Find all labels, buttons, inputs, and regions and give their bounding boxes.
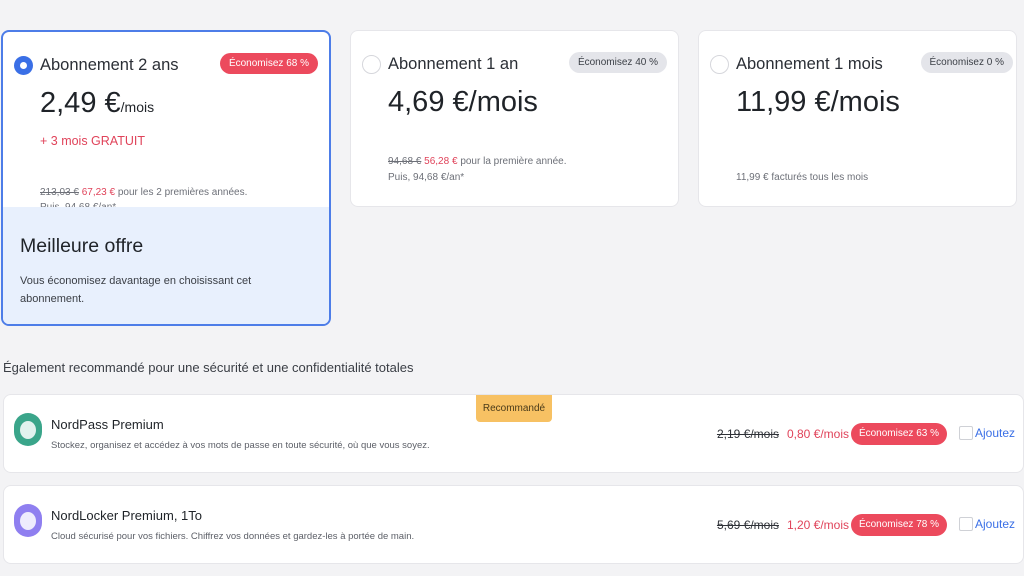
addon-discount-badge: Économisez 63 % [850, 423, 947, 445]
addon-new-price: 1,20 €/mois [786, 518, 849, 532]
plan-price: 4,69 €/mois [388, 86, 538, 119]
discount-badge: Économisez 68 % [219, 53, 318, 74]
discount-badge: Économisez 0 % [920, 52, 1013, 73]
addon-old-price: 2,19 €/mois [716, 427, 779, 441]
addon-description: Stockez, organisez et accédez à vos mots… [51, 440, 430, 451]
price-suffix: /mois [120, 99, 155, 115]
price-amount: 11,99 € [736, 86, 831, 118]
price-suffix: /mois [830, 86, 900, 118]
period-text: pour les 2 premières années. [117, 187, 248, 198]
addon-name: NordLocker Premium, 1To [51, 508, 202, 523]
billing-text: 11,99 € facturés tous les mois [736, 172, 869, 183]
plan-radio[interactable] [710, 55, 729, 74]
best-offer-text: Vous économisez davantage en choisissant… [20, 275, 252, 305]
best-offer-panel: Meilleure offre Vous économisez davantag… [3, 207, 329, 324]
old-total: 213,03 € [40, 187, 79, 198]
period-text: pour la première année. [460, 156, 567, 167]
renewal-text: Puis, 94,68 €/an* [388, 172, 465, 183]
plan-name: Abonnement 2 ans [40, 56, 179, 74]
discount-badge: Économisez 40 % [568, 52, 667, 73]
recommended-tag: Recommandé [476, 395, 552, 422]
addon-row-nordlocker: NordLocker Premium, 1To Cloud sécurisé p… [3, 485, 1024, 564]
add-addon-button[interactable]: Ajoutez [975, 426, 1015, 440]
addon-checkbox[interactable] [959, 517, 973, 531]
addons-section-title: Également recommandé pour une sécurité e… [3, 360, 414, 375]
addon-discount-badge: Économisez 78 % [850, 514, 947, 536]
best-offer-title: Meilleure offre [20, 235, 144, 257]
price-amount: 4,69 € [388, 86, 469, 118]
plan-card-1-month[interactable]: Abonnement 1 mois Économisez 0 % 11,99 €… [698, 30, 1017, 207]
price-detail: 213,03 € 67,23 € pour les 2 premières an… [40, 187, 247, 198]
new-total: 67,23 € [81, 187, 116, 198]
addon-name: NordPass Premium [51, 417, 164, 432]
nordpass-logo-icon [14, 413, 42, 446]
addon-new-price: 0,80 €/mois [786, 427, 849, 441]
plan-card-2-years[interactable]: Abonnement 2 ans Économisez 68 % 2,49 €/… [1, 30, 331, 326]
plan-radio-selected[interactable] [14, 56, 33, 75]
plan-card-1-year[interactable]: Abonnement 1 an Économisez 40 % 4,69 €/m… [350, 30, 679, 207]
addon-checkbox[interactable] [959, 426, 973, 440]
plan-name: Abonnement 1 mois [736, 55, 883, 73]
nordlocker-logo-icon [14, 504, 42, 537]
price-suffix: /mois [468, 86, 538, 118]
plan-price: 2,49 €/mois [40, 87, 154, 120]
plan-price: 11,99 €/mois [736, 86, 900, 119]
new-total: 56,28 € [424, 156, 458, 167]
price-amount: 2,49 € [40, 87, 121, 119]
old-total: 94,68 € [388, 156, 422, 167]
addon-description: Cloud sécurisé pour vos fichiers. Chiffr… [51, 531, 415, 542]
addon-old-price: 5,69 €/mois [716, 518, 779, 532]
plan-name: Abonnement 1 an [388, 55, 519, 73]
plan-radio[interactable] [362, 55, 381, 74]
bonus-text: + 3 mois GRATUIT [40, 134, 145, 148]
add-addon-button[interactable]: Ajoutez [975, 517, 1015, 531]
price-detail: 94,68 € 56,28 € pour la première année. [388, 156, 567, 167]
